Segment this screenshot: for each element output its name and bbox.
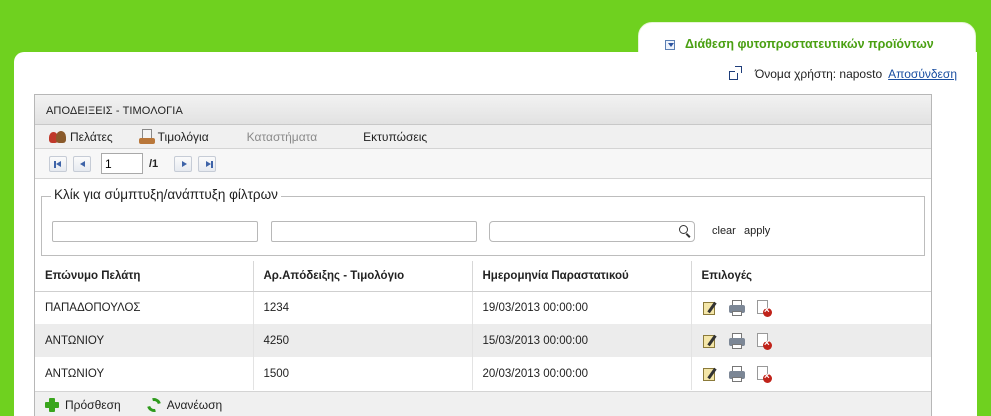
app-title: Διάθεση φυτοπροστατευτικών προϊόντων	[685, 37, 934, 51]
search-icon[interactable]	[679, 225, 688, 234]
cell-date: 19/03/2013 00:00:00	[472, 291, 692, 324]
cell-actions	[691, 357, 931, 390]
clear-button[interactable]: clear	[712, 225, 736, 237]
invoices-grid: ΑΠΟΔΕΙΞΕΙΣ - ΤΙΜΟΛΟΓΙΑ Πελάτες Τιμολόγια…	[34, 94, 932, 416]
cell-number: 4250	[253, 324, 473, 357]
edit-icon[interactable]	[702, 366, 718, 382]
cell-date: 20/03/2013 00:00:00	[472, 357, 692, 390]
menu-stores: Καταστήματα	[247, 130, 317, 144]
page-total: /1	[149, 157, 159, 170]
chevron-down-icon[interactable]	[665, 40, 675, 50]
menu-stores-label: Καταστήματα	[246, 129, 318, 144]
cell-number: 1234	[253, 291, 473, 324]
grid-title: ΑΠΟΔΕΙΞΕΙΣ - ΤΙΜΟΛΟΓΙΑ	[35, 95, 931, 125]
table-row[interactable]: ΑΝΤΩΝΙΟΥ 1500 20/03/2013 00:00:00	[35, 357, 931, 390]
menu-customers[interactable]: Πελάτες	[49, 130, 113, 144]
menu-customers-label: Πελάτες	[70, 129, 113, 144]
menu-invoices[interactable]: Τιμολόγια	[138, 129, 209, 144]
delete-icon[interactable]	[756, 365, 772, 383]
cell-actions	[691, 291, 931, 324]
edit-icon[interactable]	[702, 333, 718, 349]
table-row[interactable]: ΑΝΤΩΝΙΟΥ 4250 15/03/2013 00:00:00	[35, 324, 931, 357]
external-link-icon[interactable]	[728, 66, 742, 80]
refresh-icon	[144, 394, 164, 415]
filter-number-input[interactable]	[271, 221, 477, 242]
add-label: Πρόσθεση	[65, 397, 121, 412]
cell-number: 1500	[253, 357, 473, 390]
print-icon[interactable]	[728, 299, 745, 316]
filter-date-input[interactable]	[489, 221, 695, 242]
column-header: Επιλογές	[691, 261, 931, 292]
filter-name-input[interactable]	[52, 221, 258, 242]
cell-date: 15/03/2013 00:00:00	[472, 324, 692, 357]
grid-menubar: Πελάτες Τιμολόγια Καταστήματα Εκτυπώσεις	[35, 125, 931, 149]
column-header[interactable]: Επώνυμο Πελάτη	[35, 261, 254, 292]
refresh-label: Ανανέωση	[166, 397, 223, 412]
plus-icon	[45, 397, 59, 412]
delete-icon[interactable]	[756, 332, 772, 350]
user-bar: Όνομα χρήστη: naposto Αποσύνδεση	[728, 66, 957, 82]
edit-icon[interactable]	[702, 300, 718, 316]
print-icon[interactable]	[728, 365, 745, 382]
cell-actions	[691, 324, 931, 357]
menu-prints-label: Εκτυπώσεις	[363, 129, 428, 144]
pager: /1	[35, 149, 931, 179]
cell-customer: ΑΝΤΩΝΙΟΥ	[35, 324, 254, 357]
first-page-button[interactable]	[49, 155, 67, 172]
menu-prints[interactable]: Εκτυπώσεις	[363, 130, 427, 144]
table-row[interactable]: ΠΑΠΑΔΟΠΟΥΛΟΣ 1234 19/03/2013 00:00:00	[35, 291, 931, 324]
page-number-input[interactable]	[101, 153, 143, 174]
next-page-button[interactable]	[174, 155, 193, 172]
prev-page-button[interactable]	[73, 155, 91, 172]
add-button[interactable]: Πρόσθεση	[45, 397, 121, 412]
column-header[interactable]: Αρ.Απόδειξης - Τιμολόγιο	[253, 261, 473, 292]
filter-fieldset: Κλίκ για σύμπτυξη/ανάπτυξη φίλτρων clear…	[41, 187, 925, 256]
logout-link[interactable]: Αποσύνδεση	[888, 67, 957, 81]
last-page-button[interactable]	[198, 155, 217, 172]
apply-button[interactable]: apply	[744, 225, 770, 237]
cell-customer: ΠΑΠΑΔΟΠΟΥΛΟΣ	[35, 291, 254, 324]
invoices-icon	[138, 129, 155, 144]
cell-customer: ΑΝΤΩΝΙΟΥ	[35, 357, 254, 390]
menu-invoices-label: Τιμολόγια	[157, 129, 209, 144]
customers-icon	[49, 130, 67, 144]
table-header-row: Επώνυμο Πελάτη Αρ.Απόδειξης - Τιμολόγιο …	[35, 261, 931, 292]
invoices-table: Επώνυμο Πελάτη Αρ.Απόδειξης - Τιμολόγιο …	[35, 261, 931, 390]
refresh-button[interactable]: Ανανέωση	[144, 394, 223, 415]
delete-icon[interactable]	[756, 299, 772, 317]
print-icon[interactable]	[728, 332, 745, 349]
username-label: Όνομα χρήστη: naposto	[754, 67, 883, 81]
column-header[interactable]: Ημερομηνία Παραστατικού	[472, 261, 692, 292]
filter-toggle[interactable]: Κλίκ για σύμπτυξη/ανάπτυξη φίλτρων	[51, 187, 281, 202]
grid-footer: Πρόσθεση Ανανέωση	[35, 391, 931, 416]
